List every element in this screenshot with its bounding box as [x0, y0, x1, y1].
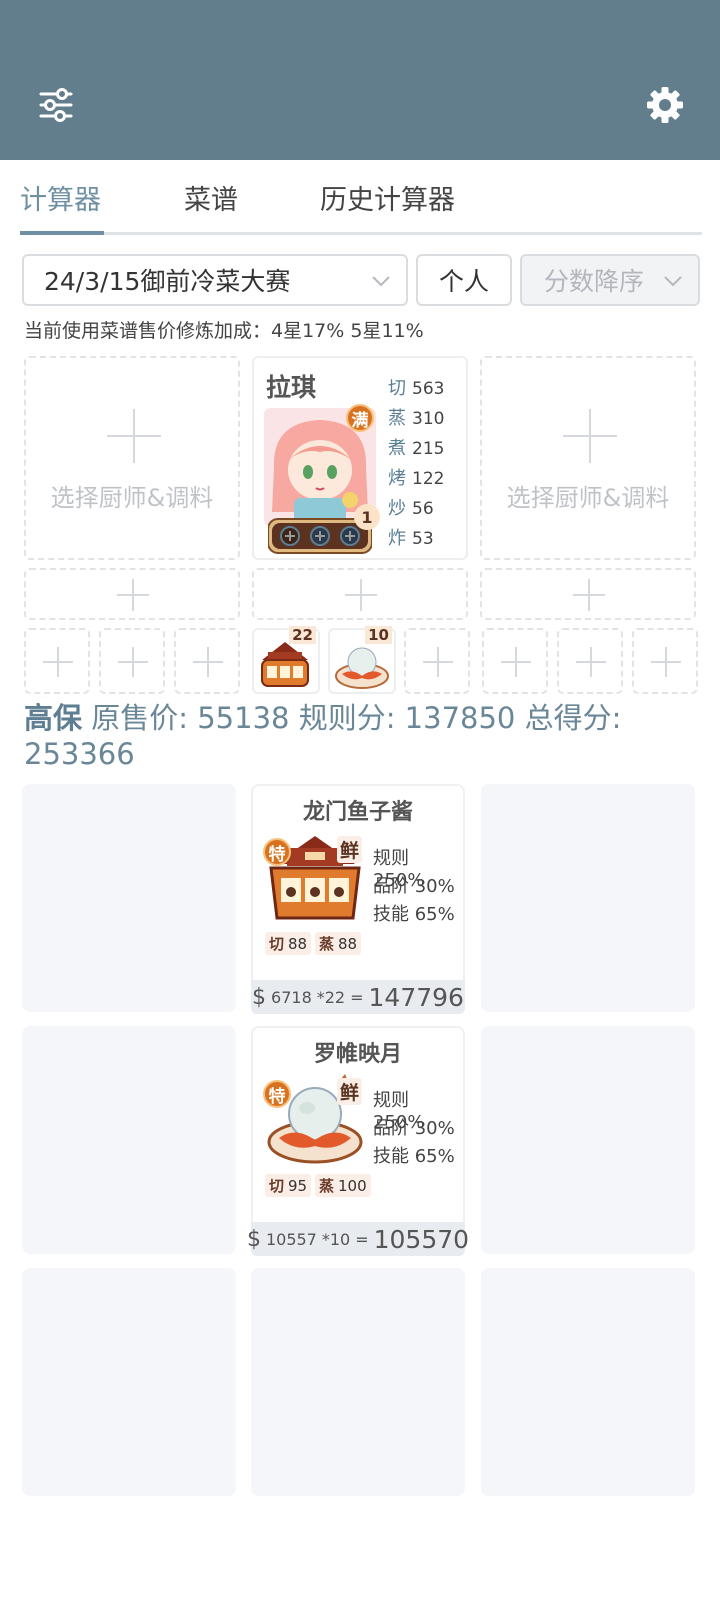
- dish-slot[interactable]: [99, 628, 165, 694]
- chef-slot-empty-right[interactable]: 选择厨师&调料: [480, 356, 696, 560]
- fresh-badge: 鲜: [337, 836, 363, 863]
- chevron-down-icon: [372, 276, 390, 287]
- chevron-down-icon: [664, 276, 682, 287]
- chef-stat-fry: 炸 53: [388, 528, 434, 549]
- recipe-card-moon[interactable]: 罗帷映月 特 鲜 规则 250% 品阶 30% 技能 65% 切 95 蒸 100 …: [247, 1026, 469, 1256]
- recipe-skill-bonus: 技能 65%: [373, 904, 455, 925]
- recipe-name: 罗帷映月: [313, 1042, 402, 1067]
- tab-history-calculator[interactable]: 历史计算器: [320, 178, 455, 217]
- tab-bar: 计算器 菜谱 历史计算器: [20, 160, 702, 236]
- recipe-slot-empty[interactable]: [22, 1268, 236, 1496]
- chef-slot-laqi[interactable]: 拉琪 满 1 切 563 蒸 310 煮 215 烤 122 炒 56 炸 53: [252, 356, 468, 560]
- recipe-grade-bonus: 品阶 30%: [373, 876, 455, 897]
- chef-stat-stirfry: 炒 56: [388, 498, 434, 519]
- recipe-slot-empty[interactable]: [481, 1268, 695, 1496]
- recipe-skill-cut: 切 95: [265, 1174, 312, 1197]
- plus-icon: [501, 647, 531, 677]
- recipe-grade-bonus: 品阶 30%: [373, 1118, 455, 1139]
- recipe-slot-empty[interactable]: [22, 1026, 236, 1254]
- gear-icon[interactable]: [646, 86, 684, 124]
- equip-slot-left[interactable]: [24, 568, 240, 620]
- recipe-total: 105570: [373, 1224, 470, 1254]
- full-badge: 满: [346, 404, 374, 432]
- equals-sign: =: [350, 987, 364, 1007]
- recipe-price-bar: $ 10557 *10 = 105570: [247, 1222, 469, 1256]
- recipe-skill-steam: 蒸 88: [315, 932, 362, 955]
- recipe-name: 龙门鱼子酱: [302, 800, 413, 825]
- chef-stat-cut: 切 563: [388, 378, 445, 399]
- mode-button-label: 个人: [438, 267, 489, 296]
- quantity: *22: [316, 987, 346, 1007]
- tab-rail: [20, 232, 702, 235]
- equip-slot-right[interactable]: [480, 568, 696, 620]
- special-badge: 特: [263, 838, 291, 866]
- plus-icon: [117, 579, 149, 611]
- sliders-icon[interactable]: [38, 88, 74, 122]
- add-seasoning-icon: [280, 526, 360, 546]
- chef-stat-steam: 蒸 310: [388, 408, 445, 429]
- moon-dish-icon: [335, 647, 389, 689]
- plus-icon: [107, 409, 161, 463]
- chef-stat-roast: 烤 122: [388, 468, 445, 489]
- unit-price: 6718: [271, 987, 312, 1007]
- recipe-slot-empty[interactable]: [481, 1026, 695, 1254]
- plus-icon: [43, 647, 73, 677]
- dish-slot[interactable]: [557, 628, 623, 694]
- quantity: *10: [321, 1229, 351, 1249]
- dollar-icon: $: [252, 984, 267, 1010]
- tab-calculator[interactable]: 计算器: [20, 178, 101, 217]
- summary-tag: 高保: [24, 701, 83, 735]
- dish-slot[interactable]: [24, 628, 90, 694]
- equals-sign: =: [355, 1229, 369, 1249]
- bonus-info-text: 当前使用菜谱售价修炼加成：4星17% 5星11%: [24, 320, 424, 342]
- plus-icon: [563, 409, 617, 463]
- recipe-slot-empty[interactable]: [481, 784, 695, 1012]
- tab-recipes[interactable]: 菜谱: [184, 178, 238, 217]
- recipe-skill-cut: 切 88: [265, 932, 312, 955]
- mode-button[interactable]: 个人: [416, 254, 512, 306]
- dish-slot-caviar[interactable]: 22: [252, 626, 320, 694]
- recipe-total: 147796: [368, 982, 464, 1012]
- plus-icon: [573, 579, 605, 611]
- recipe-price-bar: $ 6718 *22 = 147796: [251, 980, 465, 1014]
- sort-select[interactable]: 分数降序: [520, 254, 700, 306]
- score-summary: 高保 原售价: 55138 规则分: 137850 总得分: 253366: [24, 700, 704, 772]
- chef-slot-label: 选择厨师&调料: [506, 484, 670, 512]
- plus-icon: [576, 647, 606, 677]
- dollar-icon: $: [246, 1226, 261, 1252]
- chef-level-badge: 1: [354, 504, 380, 530]
- dish-slot[interactable]: [632, 628, 698, 694]
- plus-icon: [118, 647, 148, 677]
- recipe-slot-empty[interactable]: [251, 1268, 465, 1496]
- plus-icon: [423, 647, 453, 677]
- app-bar: [0, 0, 720, 160]
- chef-name: 拉琪: [266, 373, 317, 402]
- chef-slot-label: 选择厨师&调料: [50, 484, 214, 512]
- caviar-dish-icon: [261, 642, 309, 687]
- dish-slot[interactable]: [482, 628, 548, 694]
- tab-indicator: [20, 231, 104, 235]
- plus-icon: [193, 647, 223, 677]
- chef-slot-empty-left[interactable]: 选择厨师&调料: [24, 356, 240, 560]
- contest-select-value: 24/3/15御前冷菜大赛: [44, 267, 291, 296]
- unit-price: 10557: [265, 1229, 317, 1249]
- equip-slot-center[interactable]: [252, 568, 468, 620]
- recipe-slot-empty[interactable]: [22, 784, 236, 1012]
- contest-select[interactable]: 24/3/15御前冷菜大赛: [22, 254, 408, 306]
- dish-slot[interactable]: [404, 628, 470, 694]
- dish-count: 22: [289, 626, 316, 644]
- plus-icon: [345, 579, 377, 611]
- recipe-skill-steam: 蒸 100: [315, 1174, 371, 1197]
- recipe-skill-bonus: 技能 65%: [373, 1146, 455, 1167]
- chef-stat-boil: 煮 215: [388, 438, 445, 459]
- summary-text: 原售价: 55138 规则分: 137850 总得分: 253366: [24, 701, 622, 771]
- fresh-badge: 鲜: [337, 1078, 363, 1105]
- plus-icon: [651, 647, 681, 677]
- dish-slot-moon[interactable]: 10: [328, 626, 396, 694]
- dish-count: 10: [365, 626, 392, 644]
- dish-slot[interactable]: [174, 628, 240, 694]
- sort-select-value: 分数降序: [544, 267, 645, 296]
- recipe-card-caviar[interactable]: 龙门鱼子酱 特 鲜 规则 250% 品阶 30% 技能 65% 切 88 蒸 88 …: [251, 784, 465, 1014]
- special-badge: 特: [263, 1080, 291, 1108]
